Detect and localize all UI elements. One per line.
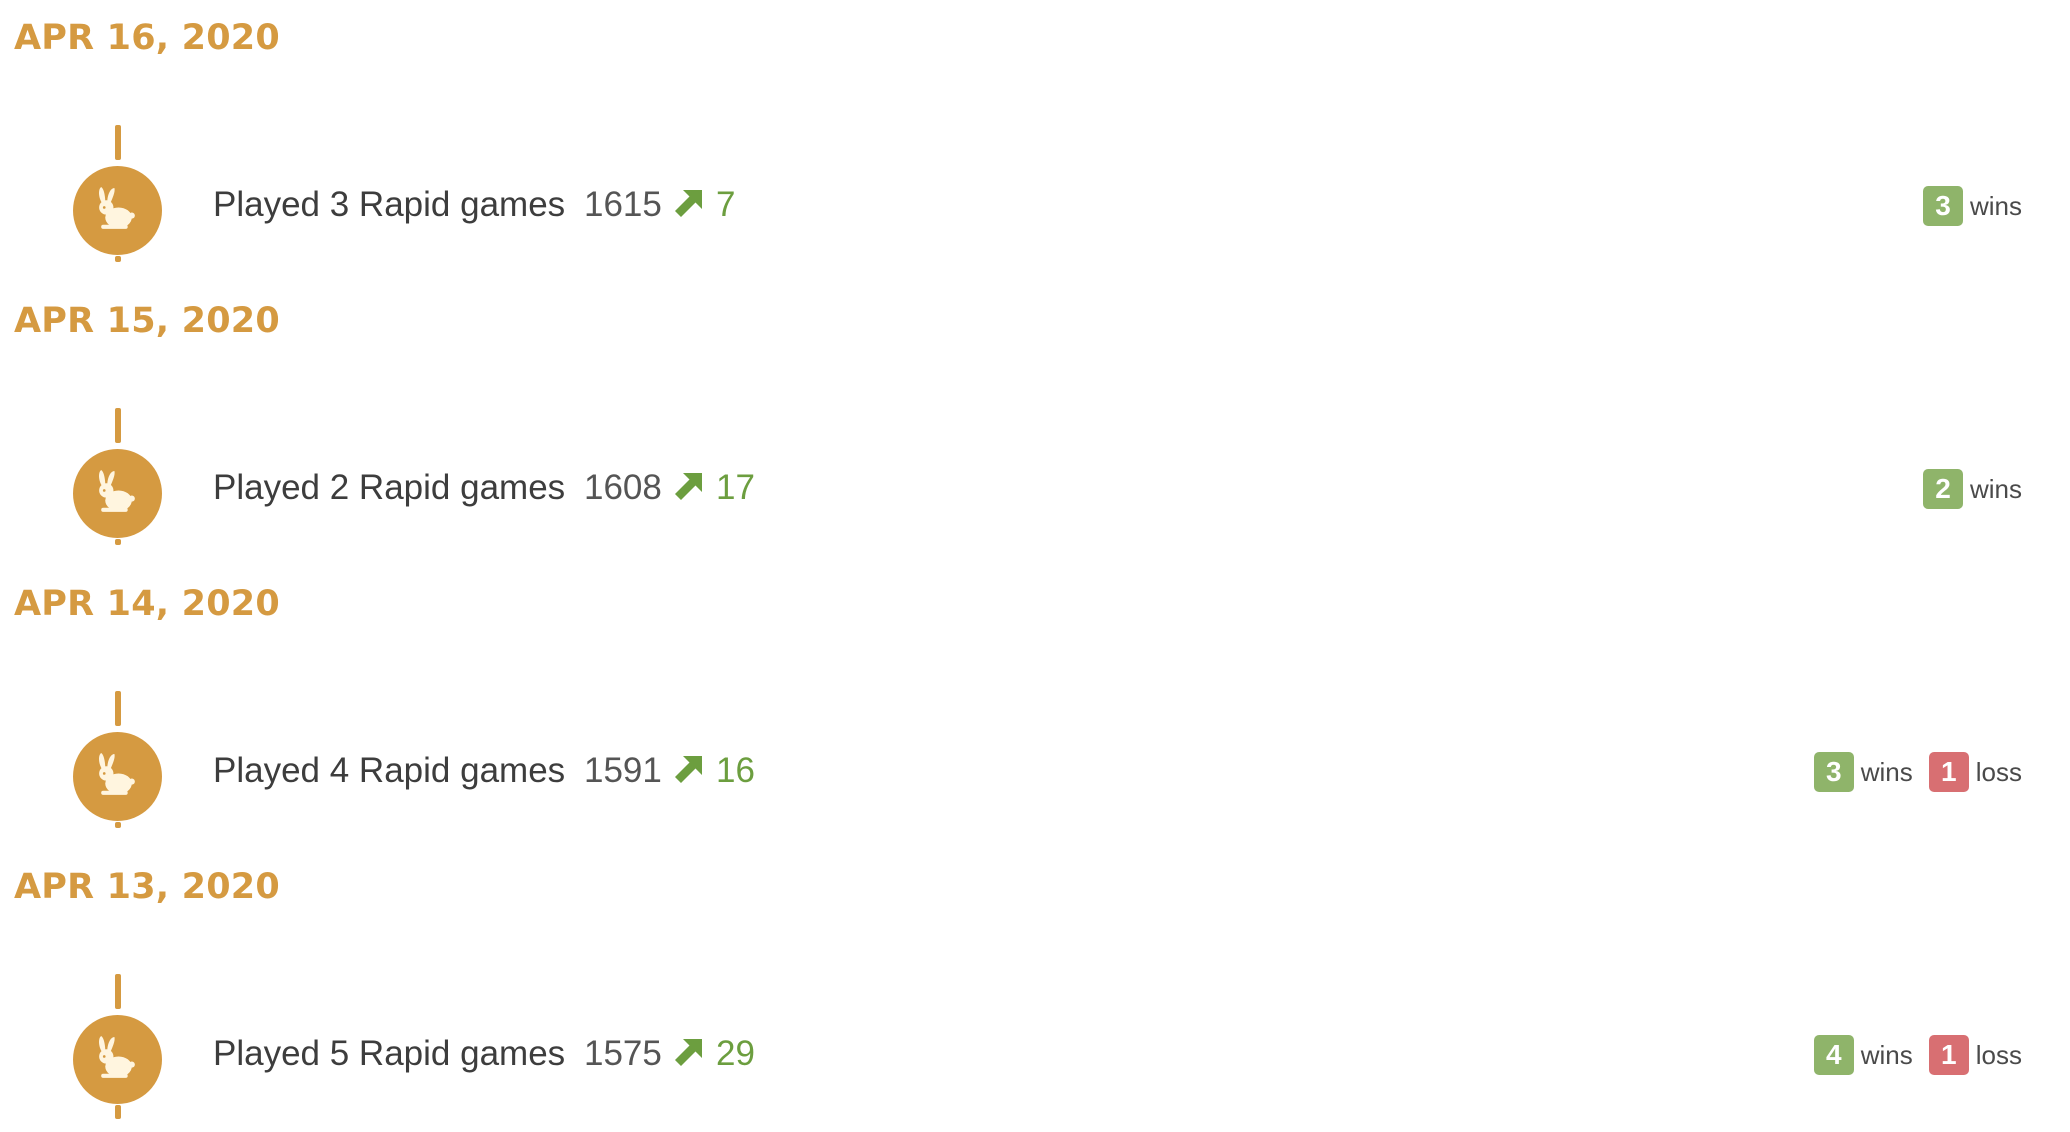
- results-summary: 3 wins 1 loss: [1470, 750, 2070, 794]
- rating-value: 1608: [584, 468, 662, 507]
- timeline-connector: [115, 691, 121, 726]
- rapid-game-icon-badge: [73, 166, 162, 255]
- games-played-summary[interactable]: Played 2 Rapid games: [213, 463, 565, 513]
- results-summary: 4 wins 1 loss: [1470, 1033, 2070, 1077]
- timeline-day: APR 15, 2020 Played 2 Rapid games 1608 1…: [0, 283, 2070, 566]
- rapid-game-icon-badge: [73, 1015, 162, 1104]
- win-count-badge: 4: [1813, 1035, 1854, 1075]
- timeline-connector: [115, 822, 121, 828]
- loss-count-badge: 1: [1928, 1035, 1969, 1075]
- date-header: APR 14, 2020: [14, 584, 280, 624]
- rating-change: 16: [716, 751, 755, 790]
- timeline-day: APR 14, 2020 Played 4 Rapid games 1591 1…: [0, 566, 2070, 849]
- timeline-connector: [115, 539, 121, 545]
- loss-label: loss: [1975, 1039, 2022, 1070]
- rating-change: 29: [716, 1034, 755, 1073]
- rabbit-icon: [98, 753, 135, 795]
- wins-result: 3 wins: [1813, 752, 1913, 792]
- games-played-summary[interactable]: Played 4 Rapid games: [213, 746, 565, 796]
- loss-label: loss: [1975, 756, 2022, 787]
- rating-change: 7: [716, 185, 736, 224]
- loss-count-badge: 1: [1928, 752, 1969, 792]
- win-count-badge: 3: [1813, 752, 1854, 792]
- results-summary: 3 wins: [1470, 184, 2070, 228]
- rabbit-icon: [98, 1036, 135, 1078]
- rating-value: 1575: [584, 1034, 662, 1073]
- rapid-game-icon-badge: [73, 449, 162, 538]
- arrow-up-right-icon: [675, 1039, 702, 1066]
- losses-result: 1 loss: [1928, 752, 2022, 792]
- timeline-connector: [115, 408, 121, 443]
- win-count-badge: 3: [1922, 186, 1963, 226]
- timeline-connector: [115, 974, 121, 1009]
- date-header: APR 13, 2020: [14, 867, 280, 907]
- arrow-up-right-icon: [675, 473, 702, 500]
- date-header: APR 15, 2020: [14, 301, 280, 341]
- timeline-connector: [115, 1105, 121, 1119]
- rating-change: 17: [716, 468, 755, 507]
- timeline-connector: [115, 256, 121, 262]
- wins-result: 4 wins: [1813, 1035, 1913, 1075]
- date-header: APR 16, 2020: [14, 18, 280, 58]
- wins-label: wins: [1969, 190, 2022, 221]
- games-played-summary[interactable]: Played 3 Rapid games: [213, 180, 565, 230]
- wins-label: wins: [1969, 473, 2022, 504]
- results-summary: 2 wins: [1470, 467, 2070, 511]
- losses-result: 1 loss: [1928, 1035, 2022, 1075]
- rabbit-icon: [98, 470, 135, 512]
- rating-value: 1615: [584, 185, 662, 224]
- wins-label: wins: [1860, 756, 1913, 787]
- arrow-up-right-icon: [675, 190, 702, 217]
- timeline-day: APR 13, 2020 Played 5 Rapid games 1575 2…: [0, 849, 2070, 1132]
- rapid-game-icon-badge: [73, 732, 162, 821]
- timeline-connector: [115, 125, 121, 160]
- games-played-summary[interactable]: Played 5 Rapid games: [213, 1029, 565, 1079]
- rabbit-icon: [98, 187, 135, 229]
- win-count-badge: 2: [1922, 469, 1963, 509]
- wins-result: 2 wins: [1922, 469, 2022, 509]
- timeline-day: APR 16, 2020 Played 3 Rapid games 1615 7…: [0, 0, 2070, 283]
- arrow-up-right-icon: [675, 756, 702, 783]
- wins-result: 3 wins: [1922, 186, 2022, 226]
- rating-value: 1591: [584, 751, 662, 790]
- wins-label: wins: [1860, 1039, 1913, 1070]
